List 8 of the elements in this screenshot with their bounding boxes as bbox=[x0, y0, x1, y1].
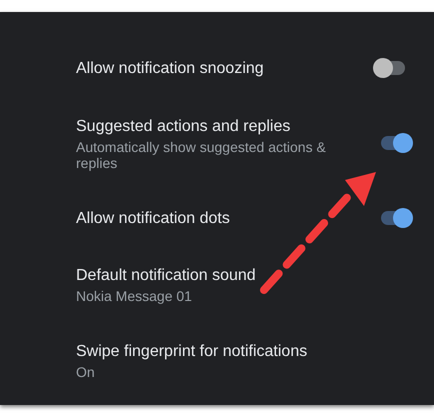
setting-title: Swipe fingerprint for notifications bbox=[76, 342, 308, 362]
setting-title: Allow notification dots bbox=[76, 208, 231, 228]
setting-title: Default notification sound bbox=[76, 266, 257, 286]
setting-summary: Automatically show suggested actions & replies bbox=[76, 138, 327, 170]
setting-summary: On bbox=[76, 364, 96, 380]
setting-title: Allow notification snoozing bbox=[76, 58, 265, 78]
setting-title: Suggested actions and replies bbox=[76, 116, 292, 136]
setting-summary: Nokia Message 01 bbox=[76, 288, 193, 304]
